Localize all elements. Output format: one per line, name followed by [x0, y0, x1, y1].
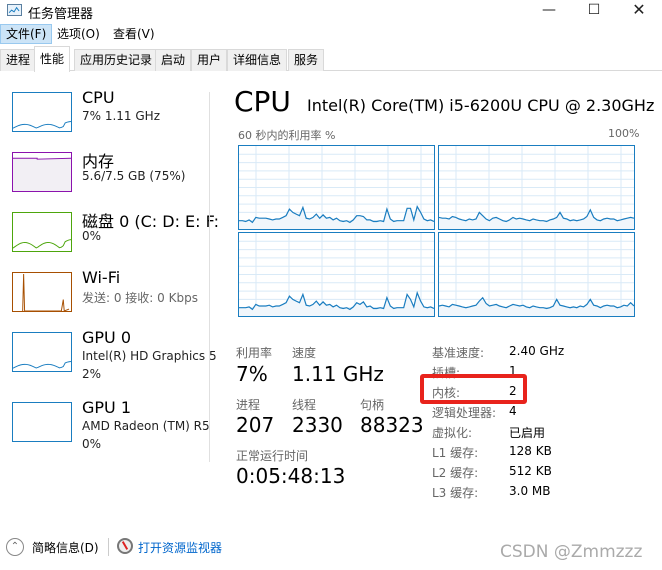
spec-label: 基准速度: — [432, 346, 485, 360]
sidebar-thumb-memory[interactable] — [12, 152, 72, 192]
tab-startup[interactable]: 启动 — [155, 49, 192, 71]
spec-value: 512 KB — [509, 464, 552, 478]
sidebar-item-sub: 发送: 0 接收: 0 Kbps — [82, 291, 198, 305]
sidebar-item-sub: 5.6/7.5 GB (75%) — [82, 169, 186, 183]
sidebar-item-value: 0% — [82, 437, 102, 451]
spec-value: 2.40 GHz — [509, 344, 565, 358]
sidebar-item-sub: 7% 1.11 GHz — [82, 109, 161, 123]
sidebar-item-name: Wi-Fi — [82, 268, 121, 287]
spec-label: L2 缓存: — [432, 466, 479, 480]
tab-performance[interactable]: 性能 — [34, 46, 71, 72]
sidebar-thumb-cpu[interactable] — [12, 92, 72, 132]
menu-view[interactable]: 查看(V) — [108, 24, 160, 44]
sidebar-thumb-gpu1[interactable] — [12, 402, 72, 442]
uptime-value: 0:05:48:13 — [236, 464, 346, 488]
summary-button[interactable]: 简略信息(D) — [32, 539, 99, 556]
spec-value: 已启用 — [509, 426, 546, 440]
tab-details[interactable]: 详细信息 — [227, 49, 288, 71]
sidebar-item-sub: 0% — [82, 229, 102, 243]
highlight-box — [420, 374, 527, 404]
sidebar-item-name: 磁盘 0 (C: D: E: F: — [82, 212, 219, 231]
speed-value: 1.11 GHz — [292, 362, 384, 386]
page-title: CPU — [234, 85, 291, 118]
chevron-up-icon[interactable]: ⌃ — [6, 538, 24, 556]
core-graph-2 — [238, 232, 435, 317]
spec-label: 虚拟化: — [432, 426, 473, 440]
spec-label: L3 缓存: — [432, 486, 479, 500]
task-manager-icon — [7, 4, 22, 16]
core-graph-3 — [438, 232, 635, 317]
graph-label: 60 秒内的利用率 % — [238, 129, 336, 142]
spec-value: 3.0 MB — [509, 484, 551, 498]
handles-label: 句柄 — [360, 398, 385, 412]
tab-app-history[interactable]: 应用历史记录 — [74, 49, 159, 71]
processes-value: 207 — [236, 413, 275, 437]
util-label: 利用率 — [236, 346, 273, 360]
footer-divider — [108, 538, 109, 556]
cpu-model: Intel(R) Core(TM) i5-6200U CPU @ 2.30GHz — [307, 96, 655, 115]
threads-label: 线程 — [292, 398, 317, 412]
tab-users[interactable]: 用户 — [191, 49, 228, 71]
util-value: 7% — [236, 362, 268, 386]
graph-max: 100% — [608, 127, 640, 140]
sidebar-divider — [209, 92, 210, 462]
sidebar-item-name: CPU — [82, 88, 115, 107]
core-graph-1 — [438, 145, 635, 230]
threads-value: 2330 — [292, 413, 343, 437]
spec-label: L1 缓存: — [432, 446, 479, 460]
handles-value: 88323 — [360, 413, 424, 437]
tab-processes[interactable]: 进程 — [0, 49, 37, 71]
menu-file[interactable]: 文件(F) — [0, 24, 53, 44]
spec-label: 逻辑处理器: — [432, 406, 497, 420]
speed-label: 速度 — [292, 346, 317, 360]
tab-services[interactable]: 服务 — [288, 49, 325, 71]
watermark: CSDN @Zmmzzz — [500, 542, 643, 562]
open-resource-monitor-link[interactable]: 打开资源监视器 — [138, 539, 222, 556]
tab-bar: 进程 应用历史记录 启动 用户 详细信息 服务 性能 — [0, 46, 662, 72]
sidebar-thumb-disk[interactable] — [12, 212, 72, 252]
resource-monitor-icon — [117, 538, 133, 554]
minimize-button[interactable]: — — [526, 0, 572, 22]
menu-options[interactable]: 选项(O) — [52, 24, 105, 44]
close-button[interactable]: ✕ — [616, 0, 662, 22]
sidebar-thumb-gpu0[interactable] — [12, 332, 72, 372]
sidebar-thumb-wifi[interactable] — [12, 272, 72, 312]
sidebar-item-sub: Intel(R) HD Graphics 5 — [82, 349, 217, 363]
spec-value: 4 — [509, 404, 517, 418]
processes-label: 进程 — [236, 398, 261, 412]
sidebar-item-name: GPU 0 — [82, 328, 132, 347]
uptime-label: 正常运行时间 — [236, 449, 309, 463]
sidebar-item-value: 2% — [82, 367, 102, 381]
sidebar-item-sub: AMD Radeon (TM) R5 — [82, 419, 210, 433]
maximize-button[interactable]: ☐ — [571, 0, 617, 22]
spec-value: 128 KB — [509, 444, 552, 458]
window-title: 任务管理器 — [28, 7, 94, 22]
core-graph-0 — [238, 145, 435, 230]
sidebar-item-name: GPU 1 — [82, 398, 132, 417]
